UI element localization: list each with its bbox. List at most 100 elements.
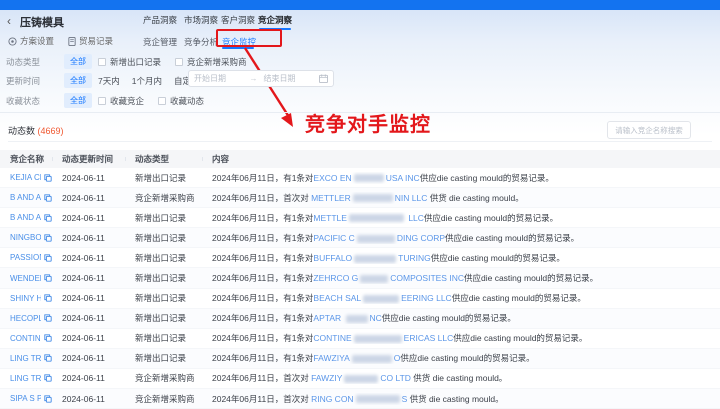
option-7-days[interactable]: 7天内 [98, 75, 120, 87]
table-row[interactable]: HECOPLAS... 2024-06-11 新增出口记录 2024年06月11日，有… [0, 308, 720, 329]
content-company-link[interactable]: ZEHRCO G [313, 273, 358, 283]
content-company-link[interactable]: PACIFIC C [313, 233, 354, 243]
copy-icon[interactable] [44, 354, 52, 363]
copy-icon[interactable] [44, 374, 52, 383]
copy-icon[interactable] [44, 173, 52, 182]
copy-icon[interactable] [44, 193, 52, 202]
competitor-name-link[interactable]: NINGBO M... [0, 233, 52, 242]
content-company-link[interactable]: FAWZIY [311, 373, 342, 383]
content-company-link[interactable]: APTAR [313, 313, 343, 323]
competitor-name-link[interactable]: SIPA S P A S... [0, 394, 52, 403]
tab-market-insight[interactable]: 市场洞察 [184, 14, 218, 26]
competitor-name-link[interactable]: SHINY HK I... [0, 294, 52, 303]
competitor-name-link[interactable]: WENDENG ... [0, 274, 52, 283]
competitor-name-link[interactable]: LING TRADI... [0, 374, 52, 383]
start-date-placeholder[interactable]: 开始日期 [194, 73, 244, 84]
end-date-placeholder[interactable]: 结束日期 [264, 73, 314, 84]
checkbox-favorite-dynamic[interactable]: 收藏动态 [158, 95, 204, 107]
content-company-link[interactable]: BEACH SAL [313, 293, 361, 303]
tab-competitor-insight[interactable]: 竞企洞察 [258, 14, 292, 26]
content-company-link[interactable]: CO LTD [380, 373, 411, 383]
competitor-name-text[interactable]: HECOPLAS... [10, 314, 41, 323]
competitor-name-text[interactable]: NINGBO M... [10, 233, 41, 242]
tab-customer-insight[interactable]: 客户洞察 [221, 14, 255, 26]
content-company-link[interactable]: COMPOSITES INC [390, 273, 464, 283]
competitor-name-text[interactable]: LING TRADI... [10, 374, 41, 383]
content-company-link[interactable]: USA INC [386, 173, 420, 183]
content-company-link[interactable]: CONTINE [313, 333, 351, 343]
content-company-link[interactable]: LLC [406, 213, 424, 223]
competitor-name-text[interactable]: LING TRADI... [10, 354, 41, 363]
table-row[interactable]: NINGBO M... 2024-06-11 新增出口记录 2024年06月11日，有… [0, 228, 720, 249]
table-row[interactable]: B AND A P... 2024-06-11 竞企新增采购商 2024年06月11日… [0, 188, 720, 209]
content-cell: 2024年06月11日，首次对 RING CON S 供货 die casting… [202, 393, 720, 405]
content-company-link[interactable]: NIN LLC [395, 193, 428, 203]
copy-icon[interactable] [44, 394, 52, 403]
filter-all-pill[interactable]: 全部 [64, 93, 92, 108]
content-company-link[interactable]: NC [370, 313, 382, 323]
copy-icon[interactable] [44, 254, 52, 262]
checkbox-new-buyer[interactable]: 竞企新增采购商 [175, 56, 247, 68]
copy-icon[interactable] [44, 294, 52, 302]
table-row[interactable]: CONTINEN... 2024-06-11 新增出口记录 2024年06月11日，有… [0, 328, 720, 349]
content-company-link[interactable]: FAWZIYA [313, 353, 349, 363]
table-row[interactable]: LING TRADI... 2024-06-11 新增出口记录 2024年06月11日… [0, 348, 720, 369]
copy-icon[interactable] [44, 234, 52, 242]
trade-records-button[interactable]: 贸易记录 [68, 35, 113, 47]
table-row[interactable]: SHINY HK I... 2024-06-11 新增出口记录 2024年06月11日… [0, 288, 720, 309]
plan-settings-button[interactable]: 方案设置 [8, 35, 54, 47]
competitor-name-link[interactable]: KEJIA CHA... [0, 173, 52, 182]
content-company-link[interactable]: METTLER [311, 193, 351, 203]
content-company-link[interactable]: EERING LLC [401, 293, 452, 303]
table-row[interactable]: SIPA S P A S... 2024-06-11 竞企新增采购商 2024年06月… [0, 389, 720, 409]
competitor-name-text[interactable]: SIPA S P A S... [10, 394, 41, 403]
competitor-name-text[interactable]: B AND A P... [10, 193, 41, 202]
checkbox-new-export-record[interactable]: 新增出口记录 [98, 56, 161, 68]
competitor-name-text[interactable]: KEJIA CHA... [10, 173, 41, 182]
content-company-link[interactable]: DING CORP [397, 233, 445, 243]
content-company-link[interactable]: TURING [398, 253, 431, 263]
content-company-link[interactable]: BUFFALO [313, 253, 352, 263]
checkbox-favorite-competitor[interactable]: 收藏竞企 [98, 95, 144, 107]
subtab-competitor-manage[interactable]: 竞企管理 [143, 36, 177, 48]
tab-product-insight[interactable]: 产品洞察 [143, 14, 177, 26]
checkbox-icon[interactable] [175, 58, 184, 66]
competitor-name-link[interactable]: PASSION M... [0, 253, 52, 262]
option-1-month[interactable]: 1个月内 [132, 75, 162, 87]
subtab-competition-analysis[interactable]: 竞争分析 [184, 36, 218, 48]
back-icon[interactable]: ‹ [7, 14, 11, 28]
competitor-name-text[interactable]: SHINY HK I... [10, 294, 41, 303]
content-text: 供货 die casting mould。 [427, 192, 524, 203]
checkbox-icon[interactable] [98, 58, 106, 66]
content-company-link[interactable]: ERICAS LLC [404, 333, 454, 343]
table-row[interactable]: LING TRADI... 2024-06-11 竞企新增采购商 2024年06月11… [0, 368, 720, 390]
content-company-link[interactable]: METTLE [313, 213, 347, 223]
competitor-name-text[interactable]: PASSION M... [10, 253, 41, 262]
copy-icon[interactable] [44, 214, 52, 222]
competitor-name-link[interactable]: HECOPLAS... [0, 314, 52, 323]
search-input[interactable] [607, 121, 691, 139]
checkbox-icon[interactable] [98, 97, 106, 105]
date-range-input[interactable]: 开始日期 → 结束日期 [188, 70, 334, 87]
competitor-name-link[interactable]: CONTINEN... [0, 334, 52, 343]
calendar-icon[interactable] [319, 74, 328, 83]
checkbox-icon[interactable] [158, 97, 167, 105]
competitor-name-text[interactable]: CONTINEN... [10, 334, 41, 343]
competitor-name-text[interactable]: B AND A P... [10, 213, 41, 222]
competitor-name-link[interactable]: B AND A P... [0, 193, 52, 202]
competitor-name-link[interactable]: B AND A P... [0, 213, 52, 222]
content-company-link[interactable]: EXCO EN [313, 173, 351, 183]
table-row[interactable]: WENDENG ... 2024-06-11 新增出口记录 2024年06月11日，有… [0, 268, 720, 289]
filter-all-pill[interactable]: 全部 [64, 73, 92, 88]
competitor-name-link[interactable]: LING TRADI... [0, 354, 52, 363]
copy-icon[interactable] [44, 274, 52, 282]
table-row[interactable]: B AND A P... 2024-06-11 新增出口记录 2024年06月11日，… [0, 208, 720, 229]
table-row[interactable]: KEJIA CHA... 2024-06-11 新增出口记录 2024年06月11日，… [0, 168, 720, 189]
table-row[interactable]: PASSION M... 2024-06-11 新增出口记录 2024年06月11日，… [0, 248, 720, 269]
competitor-name-text[interactable]: WENDENG ... [10, 274, 41, 283]
content-text: 2024年06月11日，有1条对 [212, 293, 314, 304]
copy-icon[interactable] [44, 334, 52, 342]
copy-icon[interactable] [44, 314, 52, 322]
filter-all-pill[interactable]: 全部 [64, 54, 92, 69]
content-company-link[interactable]: RING CON [311, 394, 354, 404]
